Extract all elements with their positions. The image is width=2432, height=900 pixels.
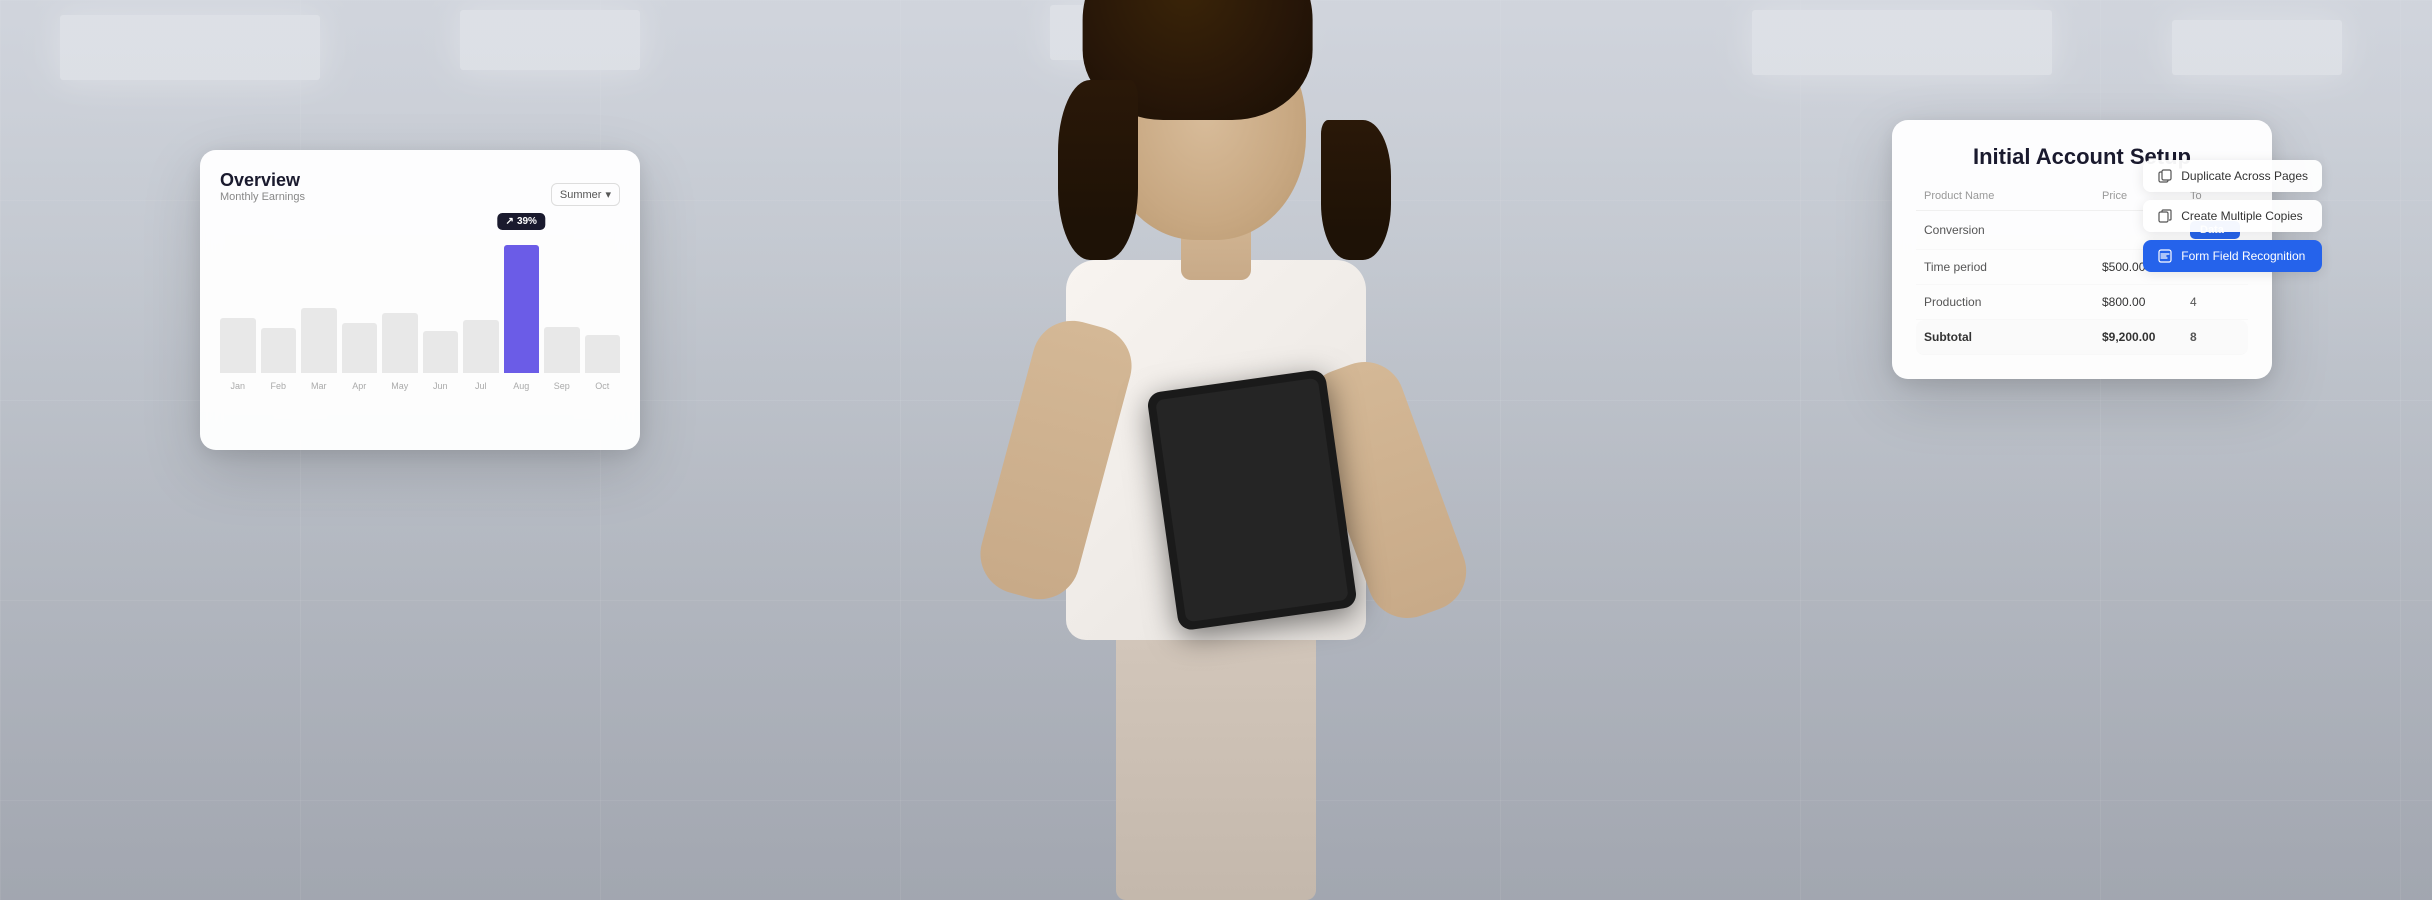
label-jul: Jul (475, 381, 487, 391)
label-may: May (391, 381, 408, 391)
person-hair-left (1058, 80, 1138, 260)
row-label-production: Production (1924, 295, 2094, 309)
feature-label-copies: Create Multiple Copies (2181, 209, 2302, 223)
bar-jul (463, 320, 499, 373)
bar-group-may: May (382, 313, 418, 373)
label-oct: Oct (595, 381, 609, 391)
bar-aug (504, 245, 540, 373)
person-container (916, 0, 1516, 900)
tooltip-value: 39% (517, 216, 537, 227)
copies-icon (2157, 208, 2173, 224)
chart-dropdown[interactable]: Summer ▾ (551, 183, 620, 206)
trend-icon: ↗ (506, 216, 514, 227)
col-header-product: Product Name (1924, 190, 2094, 202)
dropdown-label: Summer (560, 189, 602, 201)
label-apr: Apr (352, 381, 366, 391)
chart-subtitle: Monthly Earnings (220, 191, 305, 203)
label-feb: Feb (270, 381, 286, 391)
feature-item-duplicate[interactable]: Duplicate Across Pages (2143, 160, 2322, 192)
row-label-conversion: Conversion (1924, 223, 2094, 237)
chart-header: Overview Monthly Earnings Summer ▾ (220, 170, 620, 219)
row-label-timeperiod: Time period (1924, 260, 2094, 274)
row-price-subtotal: $9,200.00 (2102, 330, 2182, 344)
bar-oct (585, 335, 621, 373)
feature-label-recognition: Form Field Recognition (2181, 249, 2305, 263)
bar-may (382, 313, 418, 373)
bar-jun (423, 331, 459, 373)
person-hair-right (1321, 120, 1391, 260)
label-sep: Sep (554, 381, 570, 391)
bar-group-jun: Jun (423, 331, 459, 373)
bar-chart: Jan Feb Mar Apr May Jun Jul ↗ (220, 227, 620, 397)
bar-sep (544, 327, 580, 373)
feature-item-copies[interactable]: Create Multiple Copies (2143, 200, 2322, 232)
bar-group-feb: Feb (261, 328, 297, 373)
chart-card: Overview Monthly Earnings Summer ▾ Jan F… (200, 150, 640, 450)
table-row-subtotal: Subtotal $9,200.00 8 (1916, 320, 2248, 355)
row-label-subtotal: Subtotal (1924, 330, 2094, 344)
duplicate-icon (2157, 168, 2173, 184)
label-jan: Jan (230, 381, 245, 391)
bar-feb (261, 328, 297, 373)
bar-group-aug: ↗ 39% Aug (504, 245, 540, 373)
chevron-down-icon: ▾ (605, 188, 611, 201)
bar-group-sep: Sep (544, 327, 580, 373)
feature-item-recognition[interactable]: Form Field Recognition (2143, 240, 2322, 272)
bar-tooltip: ↗ 39% (498, 213, 545, 230)
tablet-screen (1155, 378, 1349, 623)
feature-label-duplicate: Duplicate Across Pages (2181, 169, 2308, 183)
chart-title: Overview (220, 170, 305, 191)
bar-group-jul: Jul (463, 320, 499, 373)
bar-mar (301, 308, 337, 373)
bar-group-jan: Jan (220, 318, 256, 373)
row-qty-subtotal: 8 (2190, 330, 2240, 344)
tablet[interactable] (1146, 369, 1358, 632)
table-row-production: Production $800.00 4 (1916, 285, 2248, 320)
row-price-production: $800.00 (2102, 295, 2182, 309)
label-jun: Jun (433, 381, 448, 391)
bar-group-oct: Oct (585, 335, 621, 373)
row-qty-production: 4 (2190, 295, 2240, 309)
recognition-icon (2157, 248, 2173, 264)
bar-apr (342, 323, 378, 373)
bar-jan (220, 318, 256, 373)
feature-menu: Duplicate Across Pages Create Multiple C… (2143, 160, 2322, 272)
bar-group-apr: Apr (342, 323, 378, 373)
label-mar: Mar (311, 381, 327, 391)
bar-group-mar: Mar (301, 308, 337, 373)
person-legs (1116, 600, 1316, 900)
label-aug: Aug (513, 381, 529, 391)
